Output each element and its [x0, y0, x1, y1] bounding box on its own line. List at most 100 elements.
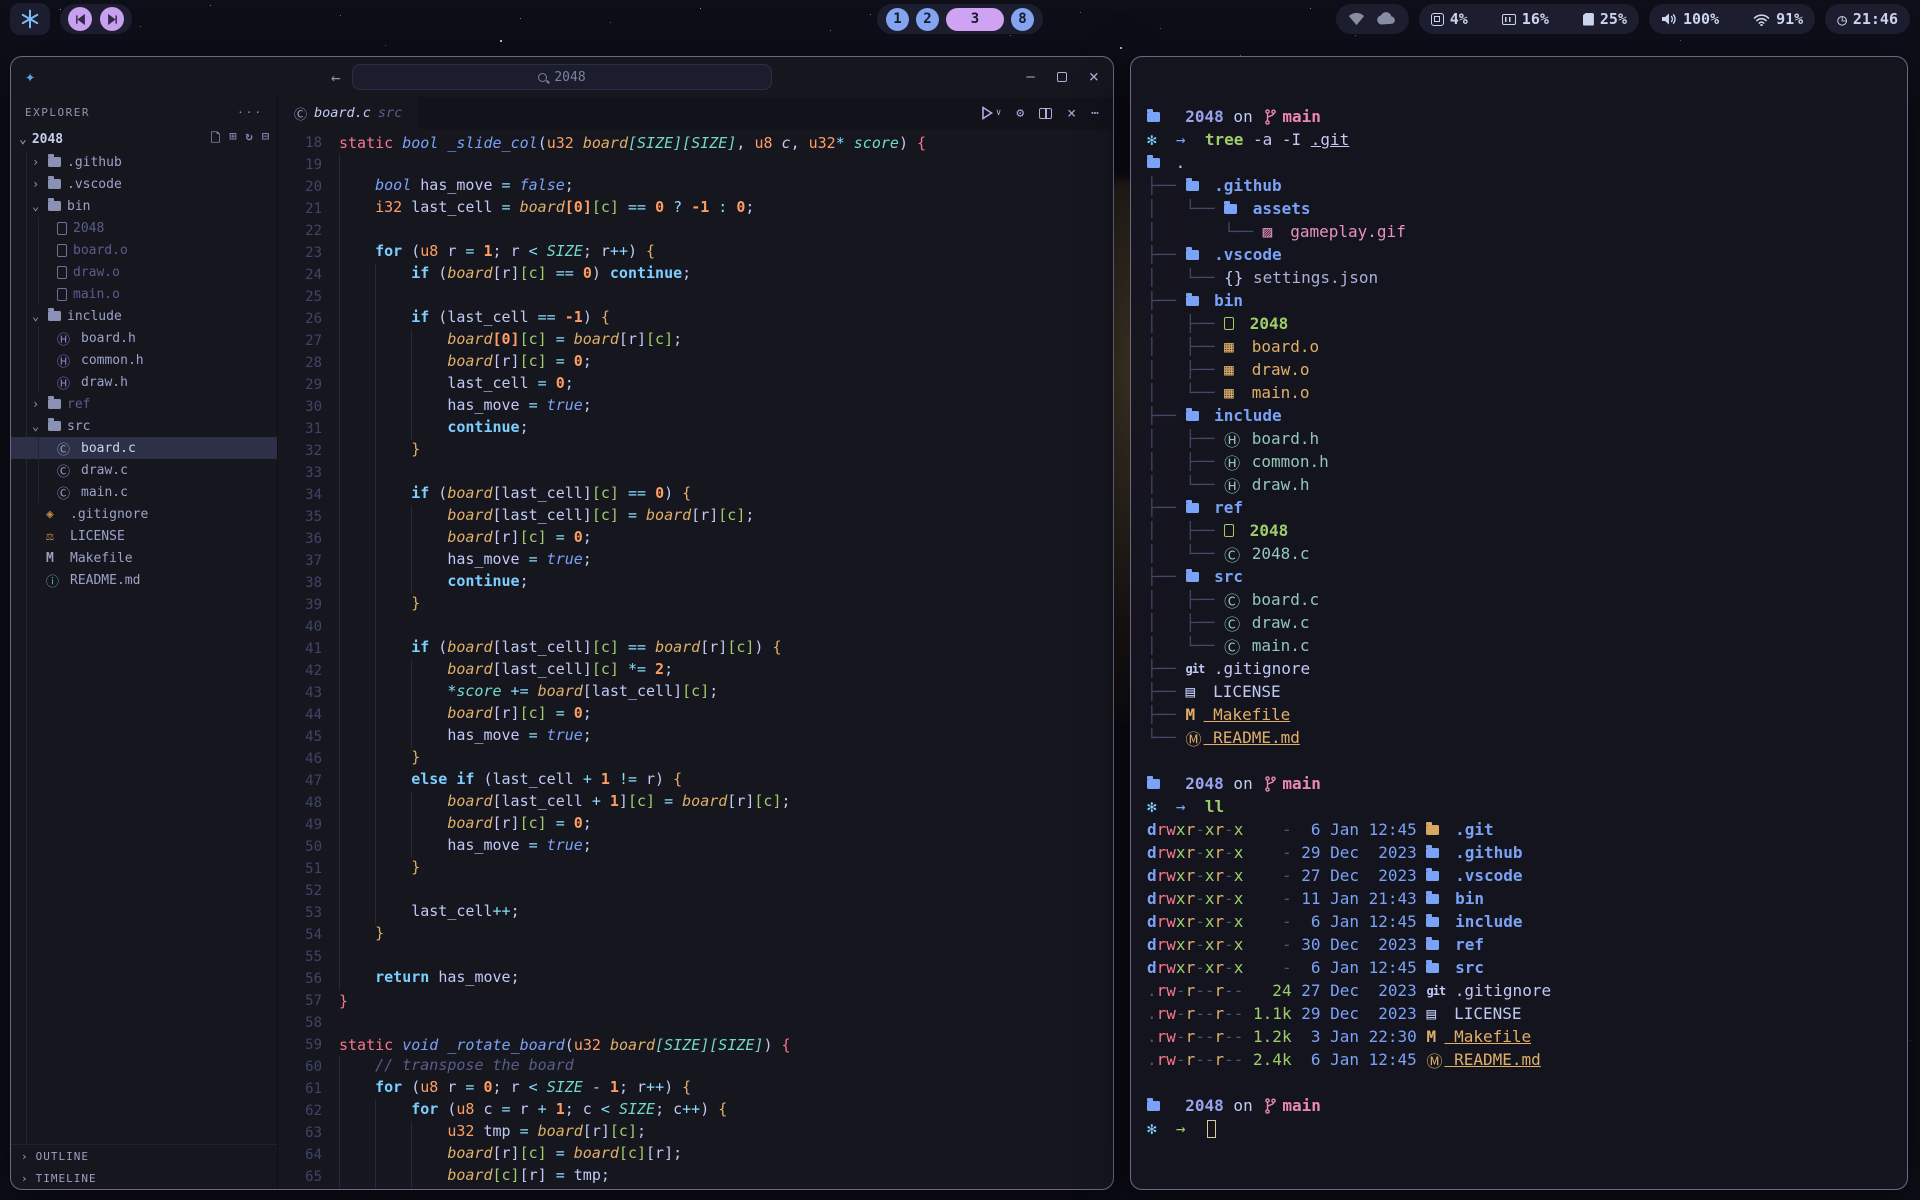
code-text: else if (last_cell + 1 != r) { [339, 770, 682, 792]
folder-icon [1426, 894, 1439, 904]
explorer-item-commonh[interactable]: Ⓗcommon.h [11, 349, 277, 371]
ll-row-git: drwxr-xr-x - 6 Jan 12:45 .git [1147, 818, 1893, 841]
cpu-value: 4% [1450, 10, 1468, 28]
outline-section[interactable]: ›OUTLINE [11, 1145, 277, 1167]
explorer-item-boardo[interactable]: board.o [11, 239, 277, 261]
system-monitor-module[interactable]: 4% 16% 25% [1419, 4, 1639, 34]
file-icon [57, 244, 67, 257]
code-text [339, 616, 411, 638]
folder-icon [48, 157, 61, 167]
network-weather-module[interactable] [1336, 4, 1409, 34]
line-number: 47 [278, 773, 322, 789]
collapse-all-icon[interactable]: ⊟ [262, 129, 269, 150]
workspace-3-active[interactable]: 3 [946, 8, 1004, 31]
explorer-item-label: board.c [81, 441, 136, 456]
code-line-50: 50has_move = true; [278, 836, 1113, 858]
code-line-18: 18static bool _slide_col(u32 board[SIZE]… [278, 132, 1113, 154]
code-line-44: 44board[r][c] = 0; [278, 704, 1113, 726]
wifi-value: 91% [1776, 10, 1803, 28]
code-line-40: 40 [278, 616, 1113, 638]
refresh-icon[interactable]: ↻ [246, 129, 253, 150]
settings-gear-icon[interactable]: ⚙ [1016, 106, 1024, 121]
close-editor-icon[interactable]: × [1067, 104, 1076, 122]
explorer-item-boardc[interactable]: Ⓒboard.c [11, 437, 277, 459]
entry-name: settings.json [1243, 268, 1378, 287]
tree-entry-mainc: │ └── Ⓒ main.c [1147, 634, 1893, 657]
media-prev-button[interactable] [68, 7, 92, 31]
code-area[interactable]: 18static bool _slide_col(u32 board[SIZE]… [278, 129, 1113, 1189]
workspace-1[interactable]: 1 [886, 8, 909, 31]
explorer-item-readmemd[interactable]: ⓘREADME.md [11, 569, 277, 591]
close-icon[interactable]: × [1089, 67, 1099, 87]
media-next-button[interactable] [100, 7, 124, 31]
line-number: 23 [278, 245, 322, 261]
explorer-item-gitignore[interactable]: ◈.gitignore [11, 503, 277, 525]
editor-titlebar[interactable]: ✦ ← → 2048 — × [11, 57, 1113, 97]
file-icon [57, 288, 67, 301]
code-line-65: 65board[c][r] = tmp; [278, 1166, 1113, 1188]
entry-name: main.o [1242, 383, 1309, 402]
command-center-search[interactable]: 2048 [352, 64, 772, 90]
entry-name: .vscode [1445, 866, 1522, 885]
explorer-item-makefile[interactable]: MMakefile [11, 547, 277, 569]
explorer-more-icon[interactable]: ··· [237, 106, 263, 119]
timeline-section[interactable]: ›TIMELINE [11, 1167, 277, 1189]
minimize-icon[interactable]: — [1026, 69, 1034, 85]
new-folder-icon[interactable]: ⊞ [229, 129, 236, 150]
explorer-item-include[interactable]: ⌄include [11, 305, 277, 327]
terminal-cursor[interactable] [1207, 1120, 1216, 1138]
clock-value: 21:46 [1853, 10, 1898, 28]
line-number: 54 [278, 927, 322, 943]
split-editor-icon[interactable] [1039, 108, 1052, 119]
clock-module[interactable]: ◷21:46 [1825, 4, 1910, 34]
nav-back-icon[interactable]: ← [331, 68, 341, 87]
explorer-item-label: common.h [81, 353, 144, 368]
line-number: 21 [278, 201, 322, 217]
workspace-2[interactable]: 2 [916, 8, 939, 31]
explorer-item-ref[interactable]: ›ref [11, 393, 277, 415]
explorer-item-drawo[interactable]: draw.o [11, 261, 277, 283]
license-scales-icon: ⚖ [46, 529, 64, 544]
editor-body: EXPLORER ··· ⌄ 2048 🗋 ⊞ ↻ ⊟ ›.github›.vs… [11, 97, 1113, 1189]
entry-name: board.o [1242, 337, 1319, 356]
tab-directory: src [378, 105, 402, 121]
entry-name: bin [1205, 291, 1244, 310]
explorer-item-drawc[interactable]: Ⓒdraw.c [11, 459, 277, 481]
explorer-item-mainc[interactable]: Ⓒmain.c [11, 481, 277, 503]
explorer-item-2048[interactable]: 2048 [11, 217, 277, 239]
code-line-41: 41if (board[last_cell][c] == board[r][c]… [278, 638, 1113, 660]
line-number: 35 [278, 509, 322, 525]
more-actions-icon[interactable]: ⋯ [1091, 106, 1099, 121]
audio-network-module[interactable]: 100% 91% [1649, 4, 1815, 34]
new-file-icon[interactable]: 🗋 [211, 129, 221, 150]
explorer-item-bin[interactable]: ⌄bin [11, 195, 277, 217]
run-button[interactable]: ∨ [980, 106, 1001, 120]
explorer-item-boardh[interactable]: Ⓗboard.h [11, 327, 277, 349]
h-file-icon: Ⓗ [1224, 473, 1242, 497]
code-text: } [339, 992, 348, 1010]
folder-icon [1426, 848, 1439, 858]
code-line-57: 57} [278, 990, 1113, 1012]
explorer-item-src[interactable]: ⌄src [11, 415, 277, 437]
explorer-item-vscode[interactable]: ›.vscode [11, 173, 277, 195]
code-line-43: 43*score += board[last_cell][c]; [278, 682, 1113, 704]
explorer-item-maino[interactable]: main.o [11, 283, 277, 305]
terminal-window[interactable]: 2048 on main✻ → tree -a -I .git .├── .gi… [1130, 56, 1908, 1190]
tree-entry-2048: │ ├── 2048 [1147, 312, 1893, 335]
explorer-root-row[interactable]: ⌄ 2048 🗋 ⊞ ↻ ⊟ [11, 127, 277, 151]
tree-entry-boardo: │ ├── ▦ board.o [1147, 335, 1893, 358]
explorer-item-drawh[interactable]: Ⓗdraw.h [11, 371, 277, 393]
file-icon [1224, 317, 1234, 330]
code-line-63: 63u32 tmp = board[r][c]; [278, 1122, 1113, 1144]
code-text: board[c][r] = tmp; [339, 1166, 610, 1188]
tab-board-c[interactable]: Ⓒ board.c src [278, 97, 418, 129]
line-number: 51 [278, 861, 322, 877]
folder-icon [48, 201, 61, 211]
os-menu-button[interactable] [10, 3, 50, 35]
code-text: has_move = true; [339, 726, 592, 748]
workspace-8[interactable]: 8 [1011, 8, 1034, 31]
entry-name: README.md [1444, 1050, 1540, 1069]
explorer-item-github[interactable]: ›.github [11, 151, 277, 173]
maximize-icon[interactable] [1057, 72, 1067, 82]
explorer-item-license[interactable]: ⚖LICENSE [11, 525, 277, 547]
